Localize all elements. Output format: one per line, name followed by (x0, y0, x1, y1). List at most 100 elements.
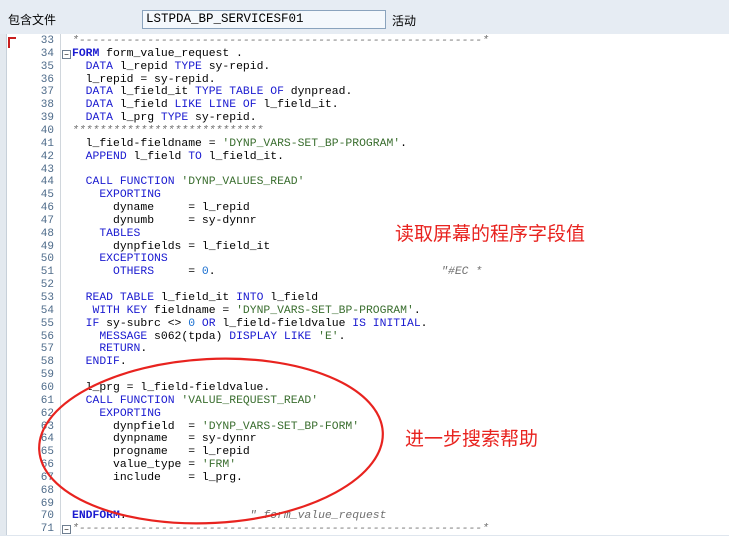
code-token: sy-repid. (188, 112, 257, 125)
code-token: sy-subrc <> (99, 317, 189, 330)
code-line[interactable]: 43 (0, 164, 729, 177)
code-line[interactable]: 60 l_prg = l_field-fieldvalue. (0, 382, 729, 395)
code-token: TO (188, 150, 202, 163)
code-line[interactable]: 65 progname = l_repid (0, 446, 729, 459)
code-token: EXCEPTIONS (72, 253, 168, 266)
code-text: l_field-fieldname = 'DYNP_VARS-SET_BP-PR… (72, 138, 407, 151)
code-line[interactable]: 45 EXPORTING (0, 189, 729, 202)
line-number: 60 (40, 381, 54, 394)
fold-toggle-icon[interactable]: − (62, 525, 71, 535)
code-token: value_type = (72, 459, 202, 472)
code-line[interactable]: 67 include = l_prg. (0, 472, 729, 485)
line-number: 66 (40, 459, 54, 472)
code-text: EXCEPTIONS (72, 253, 168, 266)
line-number: 46 (40, 202, 54, 215)
code-line[interactable]: 71− *------------------------------------… (0, 523, 729, 536)
code-text: progname = l_repid (72, 446, 250, 459)
code-token: 'DYNP_VARS-SET_BP-FORM' (201, 420, 360, 433)
code-line[interactable]: 55 IF sy-subrc <> 0 OR l_field-fieldvalu… (0, 318, 729, 331)
line-number: 70 (40, 510, 54, 523)
abap-code-editor[interactable]: 33 *-------------------------------------… (0, 34, 729, 535)
code-text: dynpname = sy-dynnr (72, 433, 257, 446)
code-token: dynpfield = (72, 420, 202, 433)
code-line[interactable]: 62 EXPORTING (0, 408, 729, 421)
code-line[interactable]: 50 EXCEPTIONS (0, 253, 729, 266)
code-line[interactable]: 64 dynpname = sy-dynnr (0, 433, 729, 446)
line-number: 38 (40, 99, 54, 112)
code-text: FORM form_value_request . (72, 48, 243, 61)
code-line[interactable]: 46 dyname = l_repid (0, 202, 729, 215)
code-line[interactable]: 38 DATA l_field LIKE LINE OF l_field_it. (0, 99, 729, 112)
code-token: . (140, 343, 148, 356)
line-number: 53 (40, 292, 54, 304)
code-line[interactable]: 37 DATA l_field_it TYPE TABLE OF dynprea… (0, 86, 729, 99)
code-token: IS INITIAL (352, 317, 421, 330)
line-number: 58 (40, 356, 54, 369)
code-line[interactable]: 53 READ TABLE l_field_it INTO l_field (0, 292, 729, 305)
code-line[interactable]: 59 (0, 369, 729, 382)
code-text: OTHERS = 0. "#EC * (72, 266, 482, 279)
code-line[interactable]: 70 ENDFORM. " form_value_request (0, 510, 729, 523)
code-token: DATA (72, 99, 114, 112)
code-token: OR (201, 317, 216, 330)
include-name-field[interactable]: LSTPDA_BP_SERVICESF01 (142, 10, 386, 29)
code-text: dyname = l_repid (72, 202, 250, 215)
code-line[interactable]: 63 dynpfield = 'DYNP_VARS-SET_BP-FORM' (0, 421, 729, 434)
code-line[interactable]: 51 OTHERS = 0. "#EC * (0, 266, 729, 279)
code-line[interactable]: 41 l_field-fieldname = 'DYNP_VARS-SET_BP… (0, 138, 729, 151)
fold-toggle-icon[interactable]: − (62, 49, 71, 59)
code-token: l_field (126, 150, 189, 163)
line-number: 62 (40, 407, 54, 420)
line-number: 44 (40, 176, 54, 189)
code-line[interactable]: 35 DATA l_repid TYPE sy-repid. (0, 61, 729, 74)
code-text: dynpfields = l_field_it (72, 241, 270, 254)
code-line[interactable]: 52 (0, 279, 729, 292)
code-line[interactable]: 36 l_repid = sy-repid. (0, 74, 729, 87)
code-token: dynpname = sy-dynnr (72, 433, 257, 446)
code-token: LIKE LINE OF (174, 99, 257, 112)
line-number: 50 (40, 253, 54, 266)
code-token: l_field (263, 292, 319, 304)
code-line[interactable]: 39 DATA l_prg TYPE sy-repid. (0, 112, 729, 125)
code-token: l_field-fieldvalue (215, 317, 353, 330)
code-line[interactable]: 66 value_type = 'FRM' (0, 459, 729, 472)
code-token: 'VALUE_REQUEST_READ' (181, 394, 319, 407)
code-line[interactable]: 42 APPEND l_field TO l_field_it. (0, 151, 729, 164)
code-text: **************************** (72, 125, 263, 138)
code-token: 'E' (318, 330, 339, 343)
code-text: DATA l_repid TYPE sy-repid. (72, 60, 271, 74)
code-line[interactable]: 68 (0, 485, 729, 498)
code-line[interactable]: 48 TABLES (0, 228, 729, 241)
code-line[interactable]: 56 MESSAGE s062(tpda) DISPLAY LIKE 'E'. (0, 331, 729, 344)
code-line[interactable]: 57 RETURN. (0, 343, 729, 356)
code-line[interactable]: 44 CALL FUNCTION 'DYNP_VALUES_READ' (0, 176, 729, 189)
code-line[interactable]: 47 dynumb = sy-dynnr (0, 215, 729, 228)
include-label: 包含文件 (8, 13, 57, 27)
code-token: dynumb = sy-dynnr (72, 214, 257, 227)
code-token: l_repid (113, 60, 175, 73)
code-line[interactable]: 61 CALL FUNCTION 'VALUE_REQUEST_READ' (0, 395, 729, 408)
line-number: 52 (40, 279, 54, 292)
code-text: TABLES (72, 228, 140, 241)
code-token: l_field_it. (256, 99, 339, 112)
code-line[interactable]: 40 **************************** (0, 125, 729, 138)
line-number: 43 (40, 163, 54, 176)
line-number: 64 (40, 433, 54, 446)
code-token: . (119, 356, 127, 369)
code-line[interactable]: 49 dynpfields = l_field_it (0, 241, 729, 254)
line-number: 41 (40, 137, 54, 150)
code-line[interactable]: 54 WITH KEY fieldname = 'DYNP_VARS-SET_B… (0, 305, 729, 318)
code-line[interactable]: 34− FORM form_value_request . (0, 48, 729, 61)
code-token: APPEND (72, 150, 127, 163)
code-token: CALL FUNCTION (72, 176, 175, 189)
code-token: ENDFORM (72, 510, 120, 523)
code-token: l_repid = sy-repid. (72, 73, 216, 86)
line-number: 47 (40, 214, 54, 227)
code-line[interactable]: 69 (0, 498, 729, 511)
code-line[interactable]: 33 *-------------------------------------… (0, 35, 729, 48)
code-token: *---------------------------------------… (72, 35, 489, 47)
code-line[interactable]: 58 ENDIF. (0, 356, 729, 369)
code-token: DATA (72, 60, 114, 73)
status-text: 活动 (392, 14, 417, 28)
